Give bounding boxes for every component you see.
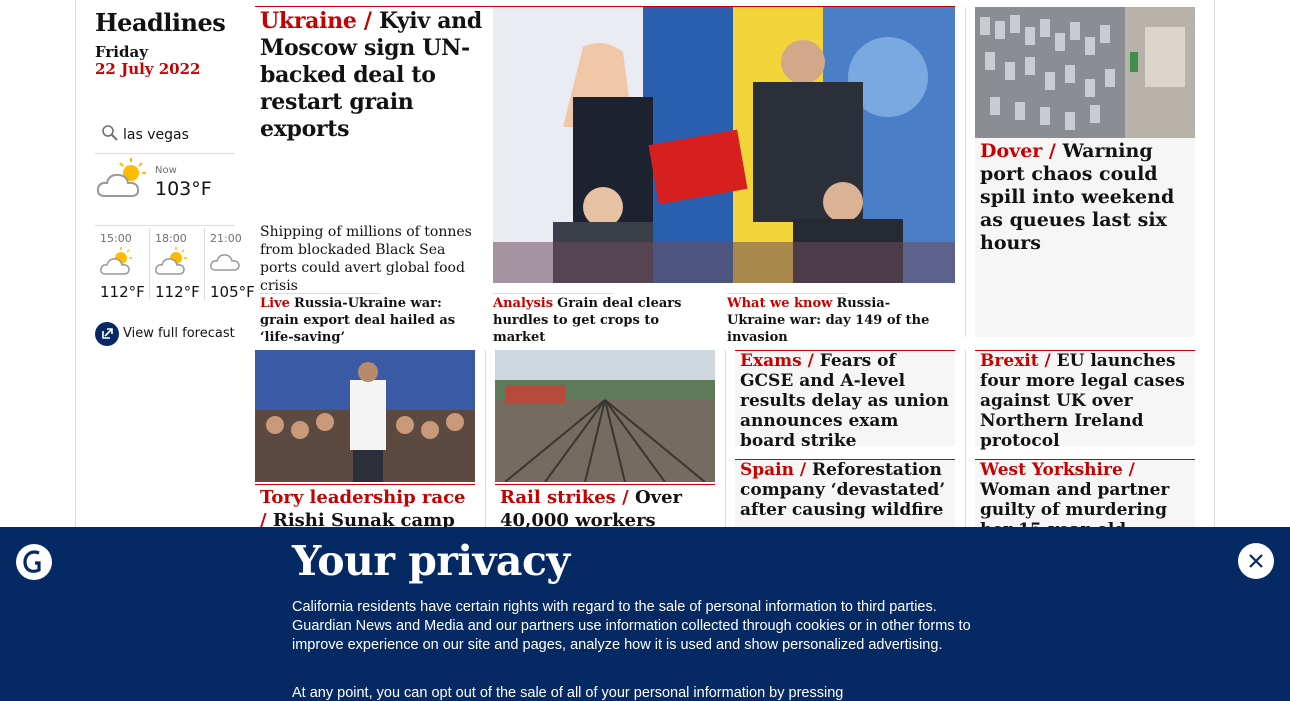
grain-deal-photo[interactable] xyxy=(493,7,955,283)
weather-location-search[interactable]: las vegas xyxy=(95,122,235,154)
dover-headline[interactable]: Dover / Warning port chaos could spill i… xyxy=(980,140,1190,255)
card-kicker: Spain / xyxy=(740,460,807,480)
card-rule xyxy=(495,484,715,485)
partly-cloudy-icon xyxy=(95,156,151,206)
current-date: 22 July 2022 xyxy=(95,60,201,78)
spain-headline[interactable]: Spain / Reforestation company ‘devastate… xyxy=(740,460,950,520)
sublink-rule xyxy=(260,293,380,294)
column-divider xyxy=(965,7,966,337)
forecast-time: 21:00 xyxy=(210,232,242,245)
sublink-text: Russia-Ukraine war: grain export deal ha… xyxy=(260,296,456,345)
forecast-temp: 112°F xyxy=(155,283,200,301)
card-kicker: West Yorkshire / xyxy=(980,460,1135,480)
view-full-forecast-label: View full forecast xyxy=(123,326,235,341)
sublink-rule xyxy=(727,293,847,294)
guardian-logo-icon xyxy=(16,544,52,580)
card-kicker: Exams / xyxy=(740,351,814,371)
sunny-cloud-icon xyxy=(154,246,190,282)
current-day: Friday xyxy=(95,43,148,61)
forecast-time: 15:00 xyxy=(100,232,132,245)
forecast-slot: 15:00 112°F xyxy=(95,228,150,301)
now-temperature: 103°F xyxy=(155,178,212,200)
weather-location-input[interactable]: las vegas xyxy=(123,127,189,143)
forecast-temp: 105°F xyxy=(210,283,255,301)
sublink-kicker: Live xyxy=(260,296,290,311)
weather-now: Now 103°F xyxy=(95,156,235,226)
sublink-what-we-know[interactable]: What we know Russia-Ukraine war: day 149… xyxy=(727,295,947,346)
sublink-analysis[interactable]: Analysis Grain deal clears hurdles to ge… xyxy=(493,295,713,346)
rail-yard-photo[interactable] xyxy=(495,350,715,482)
card-kicker: Brexit / xyxy=(980,351,1051,371)
sublink-kicker: Analysis xyxy=(493,296,554,311)
card-rule xyxy=(255,484,475,485)
privacy-title: Your privacy xyxy=(292,537,570,585)
external-link-icon xyxy=(95,322,119,346)
main-story-kicker: Ukraine / xyxy=(260,8,372,34)
section-title: Headlines xyxy=(95,8,226,37)
column-divider xyxy=(725,350,726,527)
close-icon xyxy=(1249,554,1263,568)
dover-kicker: Dover / xyxy=(980,140,1056,162)
cloud-icon xyxy=(209,246,245,282)
privacy-banner: Your privacy California residents have c… xyxy=(0,527,1290,701)
port-queue-photo[interactable] xyxy=(975,7,1195,138)
brexit-headline[interactable]: Brexit / EU launches four more legal cas… xyxy=(980,351,1190,451)
sunny-cloud-icon xyxy=(99,246,135,282)
now-label: Now xyxy=(155,165,177,176)
privacy-body: California residents have certain rights… xyxy=(292,599,971,653)
search-icon xyxy=(101,124,119,146)
exams-headline[interactable]: Exams / Fears of GCSE and A-level result… xyxy=(740,351,950,451)
card-kicker: Rail strikes / xyxy=(500,487,629,508)
close-privacy-button[interactable] xyxy=(1238,543,1274,579)
forecast-slot: 21:00 105°F xyxy=(205,228,260,301)
forecast-time: 18:00 xyxy=(155,232,187,245)
forecast-temp: 112°F xyxy=(100,283,145,301)
forecast-slot: 18:00 112°F xyxy=(150,228,205,301)
column-divider xyxy=(485,350,486,527)
hourly-forecast: 15:00 112°F 18:00 112°F 21:00 105°F xyxy=(95,228,260,301)
privacy-body-continued: At any point, you can opt out of the sal… xyxy=(292,685,844,701)
sublink-live[interactable]: Live Russia-Ukraine war: grain export de… xyxy=(260,295,480,346)
rishi-sunak-photo[interactable] xyxy=(255,350,475,482)
sublink-rule xyxy=(493,293,613,294)
main-story-headline[interactable]: Ukraine / Kyiv and Moscow sign UN-backed… xyxy=(260,8,488,143)
main-story-standfirst: Shipping of millions of tonnes from bloc… xyxy=(260,224,472,294)
column-divider xyxy=(965,350,966,527)
sublink-kicker: What we know xyxy=(727,296,833,311)
